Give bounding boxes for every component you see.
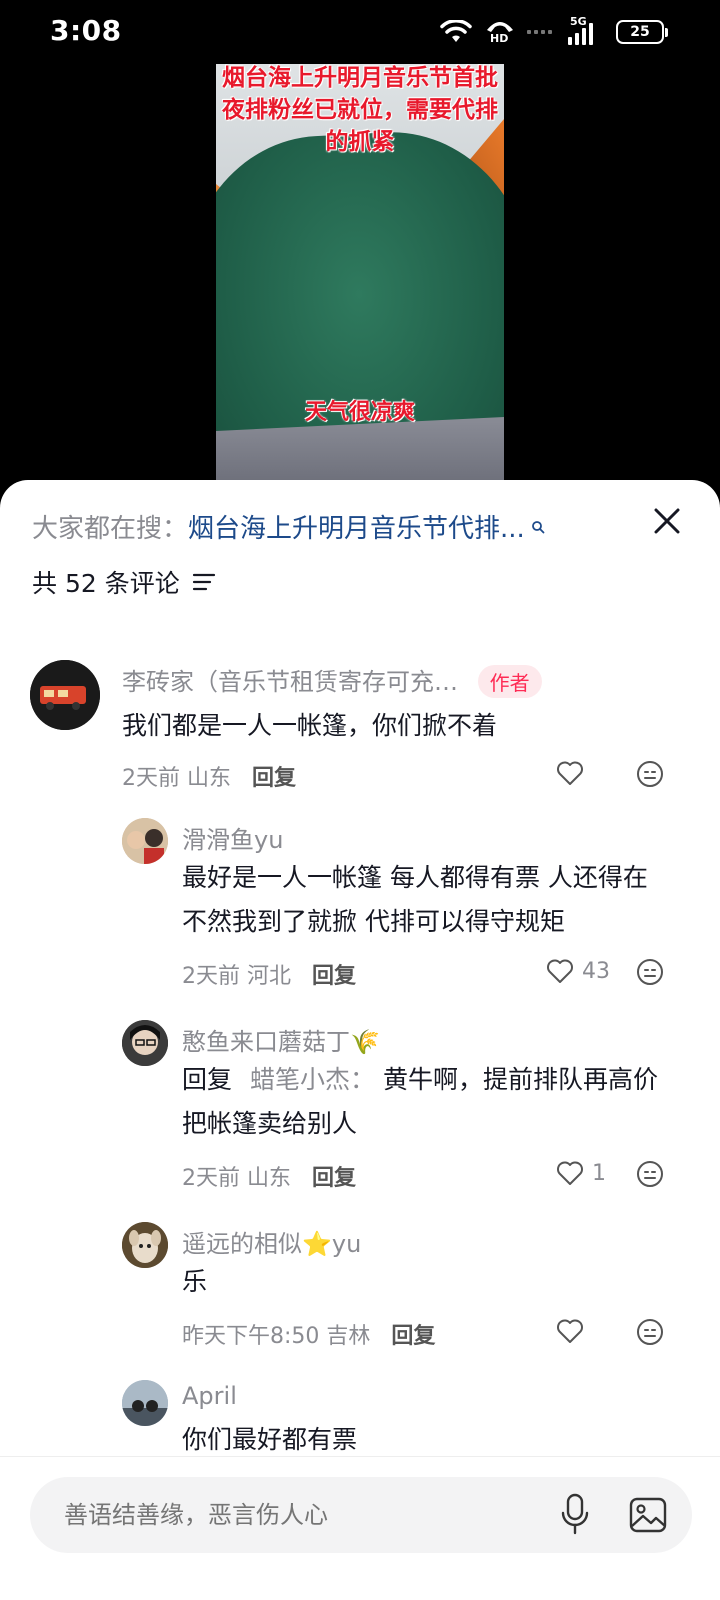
reply-button[interactable]: 回复 (312, 964, 356, 989)
heart-icon[interactable] (556, 760, 584, 786)
heart-icon[interactable] (556, 1318, 584, 1344)
wifi-icon (440, 20, 472, 42)
status-icons: HD 5G 25 (439, 15, 668, 46)
comment-text: 回复 蜡笔小杰： 黄牛啊，提前排队再高价把帐篷卖给别人 (182, 1058, 672, 1146)
more-icon[interactable] (636, 958, 664, 986)
like-button[interactable]: 43 (546, 958, 610, 984)
comment-author-name[interactable]: 滑滑鱼yu (182, 820, 283, 855)
reply-to-user[interactable]: 蜡笔小杰： (250, 1065, 375, 1094)
avatar[interactable] (122, 818, 168, 864)
trending-search[interactable]: 大家都在搜： 烟台海上升明月音乐节代排... (32, 508, 545, 545)
image-icon[interactable] (628, 1495, 668, 1535)
battery-level: 25 (630, 24, 650, 40)
more-icon[interactable] (636, 1160, 664, 1188)
comment-item: 滑滑鱼yu 最好是一人一帐篷 每人都得有票 人还得在 不然我到了就掀 代排可以得… (0, 816, 720, 1006)
comment-item: April 你们最好都有票 (0, 1378, 720, 1468)
comment-author-name[interactable]: 憨鱼来口蘑菇丁🌾 (182, 1022, 380, 1057)
avatar[interactable] (122, 1380, 168, 1426)
sort-icon[interactable] (192, 572, 216, 592)
reply-button[interactable]: 回复 (391, 1324, 435, 1349)
trending-search-query[interactable]: 烟台海上升明月音乐节代排... (188, 508, 525, 545)
trending-search-prefix: 大家都在搜： (32, 514, 189, 544)
comment-time: 2天前 (182, 964, 240, 989)
comment-author-name[interactable]: 遥远的相似⭐yu (182, 1224, 361, 1259)
video-player[interactable]: 烟台海上升明月音乐节首批夜排粉丝已就位，需要代排的抓紧 天气很凉爽 (216, 64, 504, 480)
video-caption-top: 烟台海上升明月音乐节首批夜排粉丝已就位，需要代排的抓紧 (222, 65, 498, 155)
comment-time: 2天前 (122, 766, 180, 791)
like-button[interactable] (556, 1318, 584, 1344)
hd-label: HD (490, 32, 509, 45)
comment-count-row: 共 52 条评论 (32, 564, 216, 600)
comment-item: 憨鱼来口蘑菇丁🌾 回复 蜡笔小杰： 黄牛啊，提前排队再高价把帐篷卖给别人 2天前… (0, 1018, 720, 1208)
close-icon[interactable] (652, 506, 682, 536)
like-button[interactable] (556, 760, 584, 786)
battery-icon: 25 (616, 20, 668, 44)
status-time: 3:08 (50, 14, 122, 47)
more-icon[interactable] (636, 1318, 664, 1346)
comment-meta: 2天前 山东 回复 (182, 1160, 356, 1192)
avatar[interactable] (122, 1222, 168, 1268)
comment-text: 我们都是一人一帐篷，你们掀不着 (122, 711, 498, 740)
like-count: 43 (582, 958, 610, 984)
like-count: 1 (592, 1160, 606, 1186)
comment-location: 山东 (187, 766, 232, 791)
more-icon[interactable] (636, 760, 664, 788)
reply-prefix: 回复 (182, 1065, 233, 1094)
reply-button[interactable]: 回复 (312, 1166, 356, 1191)
comment-location: 吉林 (326, 1324, 371, 1349)
comment-location: 河北 (247, 964, 292, 989)
comment-meta: 2天前 山东 回复 (122, 760, 296, 792)
comment-sheet: 大家都在搜： 烟台海上升明月音乐节代排... 共 52 条评论 李砖家（音乐节租… (0, 480, 720, 1600)
mic-icon[interactable] (560, 1493, 590, 1537)
comment-input-bar (0, 1456, 720, 1600)
heart-icon[interactable] (546, 958, 574, 984)
signal-dots-icon (527, 30, 552, 34)
comment-count: 共 52 条评论 (32, 569, 180, 598)
avatar[interactable] (122, 1020, 168, 1066)
comment-time: 昨天下午8:50 (182, 1324, 320, 1349)
comment-text: 乐 (182, 1267, 208, 1296)
like-button[interactable]: 1 (556, 1160, 606, 1186)
comment-author-name[interactable]: April (182, 1382, 237, 1410)
comment-meta: 昨天下午8:50 吉林 回复 (182, 1318, 435, 1350)
phone-hd-icon: HD (485, 18, 515, 46)
comment-text: 最好是一人一帐篷 每人都得有票 人还得在 不然我到了就掀 代排可以得守规矩 (182, 863, 648, 936)
search-icon (531, 520, 545, 533)
status-bar: 3:08 HD 5G 25 (0, 0, 720, 64)
comment-location: 山东 (247, 1166, 292, 1191)
comment-author-name[interactable]: 李砖家（音乐节租赁寄存可充… (122, 668, 458, 696)
video-caption-bottom: 天气很凉爽 (304, 400, 415, 425)
author-badge: 作者 (477, 665, 542, 698)
signal-icon: 5G (564, 15, 604, 45)
avatar[interactable] (30, 660, 100, 730)
comment-item: 李砖家（音乐节租赁寄存可充… 作者 我们都是一人一帐篷，你们掀不着 2天前 山东… (0, 658, 720, 808)
comment-meta: 2天前 河北 回复 (182, 958, 356, 990)
heart-icon[interactable] (556, 1160, 584, 1186)
comment-author[interactable]: 李砖家（音乐节租赁寄存可充… 作者 (122, 662, 542, 698)
comment-time: 2天前 (182, 1166, 240, 1191)
comment-item: 遥远的相似⭐yu 乐 昨天下午8:50 吉林 回复 (0, 1220, 720, 1360)
reply-button[interactable]: 回复 (252, 766, 296, 791)
comment-input[interactable] (30, 1477, 692, 1553)
